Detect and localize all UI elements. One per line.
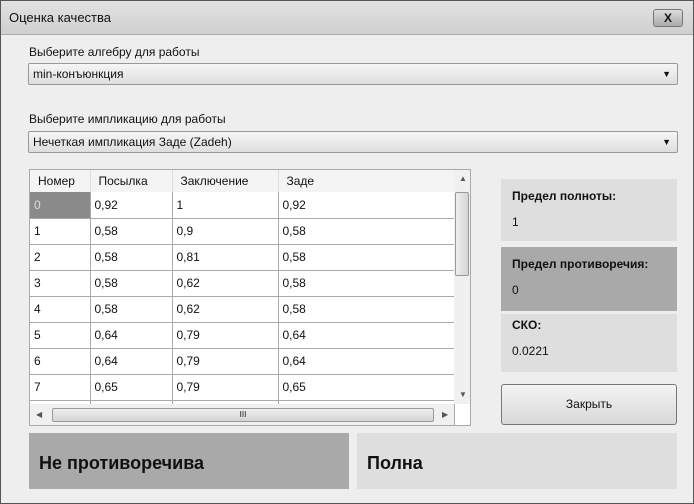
implication-value: Нечеткая импликация Заде (Zadeh) xyxy=(33,135,232,149)
contradiction-panel: Предел противоречия: 0 xyxy=(501,247,677,311)
cell-conclusion[interactable]: 0,62 xyxy=(172,296,279,323)
algebra-value: min-конъюнкция xyxy=(33,67,124,81)
cell-conclusion[interactable]: 0,62 xyxy=(172,270,279,297)
cell-premise[interactable]: 0,58 xyxy=(90,218,173,245)
scroll-down-icon[interactable]: ▼ xyxy=(459,390,467,399)
cell-number[interactable]: 3 xyxy=(30,270,91,297)
results-grid: Номер Посылка Заключение Заде 0 0,92 1 0,92… xyxy=(29,169,471,426)
contradiction-status: Не противоречива xyxy=(29,433,349,489)
cell-zadeh[interactable]: 0,64 xyxy=(278,348,455,375)
window-title: Оценка качества xyxy=(9,10,112,25)
cell-conclusion[interactable]: 0,79 xyxy=(172,374,279,401)
implication-label: Выберите импликацию для работы xyxy=(29,112,226,126)
implication-select[interactable]: Нечеткая импликация Заде (Zadeh) ▼ xyxy=(28,131,678,153)
rmse-panel: СКО: 0.0221 xyxy=(501,314,677,372)
table-row[interactable]: 6 0,64 0,79 0,64 xyxy=(30,348,455,375)
chevron-down-icon: ▼ xyxy=(662,69,671,79)
quality-assessment-window: Оценка качества X Выберите алгебру для р… xyxy=(0,0,694,504)
horizontal-scroll-thumb[interactable]: III xyxy=(52,408,434,422)
column-header-premise[interactable]: Посылка xyxy=(90,170,173,192)
cell-number[interactable]: 6 xyxy=(30,348,91,375)
table-row[interactable]: 3 0,58 0,62 0,58 xyxy=(30,270,455,297)
cell-premise[interactable]: 0,64 xyxy=(90,322,173,349)
rmse-value: 0.0221 xyxy=(512,344,549,358)
scroll-up-icon[interactable]: ▲ xyxy=(459,174,467,183)
cell-conclusion[interactable]: 0,9 xyxy=(172,218,279,245)
completeness-panel: Предел полноты: 1 xyxy=(501,179,677,241)
rmse-label: СКО: xyxy=(512,318,542,332)
close-window-button[interactable]: X xyxy=(653,9,683,27)
cell-number[interactable]: 5 xyxy=(30,322,91,349)
cell-number[interactable]: 1 xyxy=(30,218,91,245)
table-row[interactable]: 5 0,64 0,79 0,64 xyxy=(30,322,455,349)
completeness-status: Полна xyxy=(357,433,677,489)
cell-zadeh[interactable]: 0,65 xyxy=(278,374,455,401)
cell-premise[interactable]: 0,64 xyxy=(90,348,173,375)
column-header-conclusion[interactable]: Заключение xyxy=(172,170,279,192)
chevron-down-icon: ▼ xyxy=(662,137,671,147)
table-row[interactable]: 4 0,58 0,62 0,58 xyxy=(30,296,455,323)
column-header-zadeh[interactable]: Заде xyxy=(278,170,455,192)
cell-premise[interactable]: 0,65 xyxy=(90,374,173,401)
vertical-scrollbar[interactable]: ▲ ▼ xyxy=(454,170,470,404)
cell-zadeh[interactable]: 0,64 xyxy=(278,322,455,349)
table-row[interactable]: 7 0,65 0,79 0,65 xyxy=(30,374,455,401)
title-bar: Оценка качества X xyxy=(1,1,693,35)
table-row[interactable]: 0 0,92 1 0,92 xyxy=(30,192,455,219)
table-row[interactable]: 1 0,58 0,9 0,58 xyxy=(30,218,455,245)
cell-premise[interactable]: 0,58 xyxy=(90,270,173,297)
completeness-value: 1 xyxy=(512,215,519,229)
column-header-number[interactable]: Номер xyxy=(30,170,91,192)
close-button[interactable]: Закрыть xyxy=(501,384,677,425)
cell-zadeh[interactable]: 0,58 xyxy=(278,244,455,271)
algebra-select[interactable]: min-конъюнкция ▼ xyxy=(28,63,678,85)
cell-number[interactable]: 2 xyxy=(30,244,91,271)
cell-conclusion[interactable]: 1 xyxy=(172,192,279,219)
contradiction-value: 0 xyxy=(512,283,519,297)
cell-conclusion[interactable]: 0,79 xyxy=(172,322,279,349)
cell-zadeh[interactable]: 0,58 xyxy=(278,296,455,323)
completeness-label: Предел полноты: xyxy=(512,189,617,203)
cell-conclusion[interactable]: 0,79 xyxy=(172,348,279,375)
cell-number[interactable]: 4 xyxy=(30,296,91,323)
cell-premise[interactable]: 0,92 xyxy=(90,192,173,219)
cell-zadeh[interactable]: 0,58 xyxy=(278,218,455,245)
cell-conclusion[interactable]: 0,81 xyxy=(172,244,279,271)
results-table: Номер Посылка Заключение Заде 0 0,92 1 0,92… xyxy=(30,170,455,425)
algebra-label: Выберите алгебру для работы xyxy=(29,45,200,59)
vertical-scroll-thumb[interactable] xyxy=(455,192,469,276)
cell-zadeh[interactable]: 0,58 xyxy=(278,270,455,297)
cell-number[interactable]: 0 xyxy=(30,192,91,219)
cell-premise[interactable]: 0,58 xyxy=(90,296,173,323)
horizontal-scrollbar[interactable]: ◀ III ▶ xyxy=(30,404,454,425)
scroll-right-icon[interactable]: ▶ xyxy=(442,410,448,419)
cell-number[interactable]: 7 xyxy=(30,374,91,401)
scroll-left-icon[interactable]: ◀ xyxy=(36,410,42,419)
cell-zadeh[interactable]: 0,92 xyxy=(278,192,455,219)
cell-premise[interactable]: 0,58 xyxy=(90,244,173,271)
contradiction-label: Предел противоречия: xyxy=(512,257,649,271)
table-row[interactable]: 2 0,58 0,81 0,58 xyxy=(30,244,455,271)
